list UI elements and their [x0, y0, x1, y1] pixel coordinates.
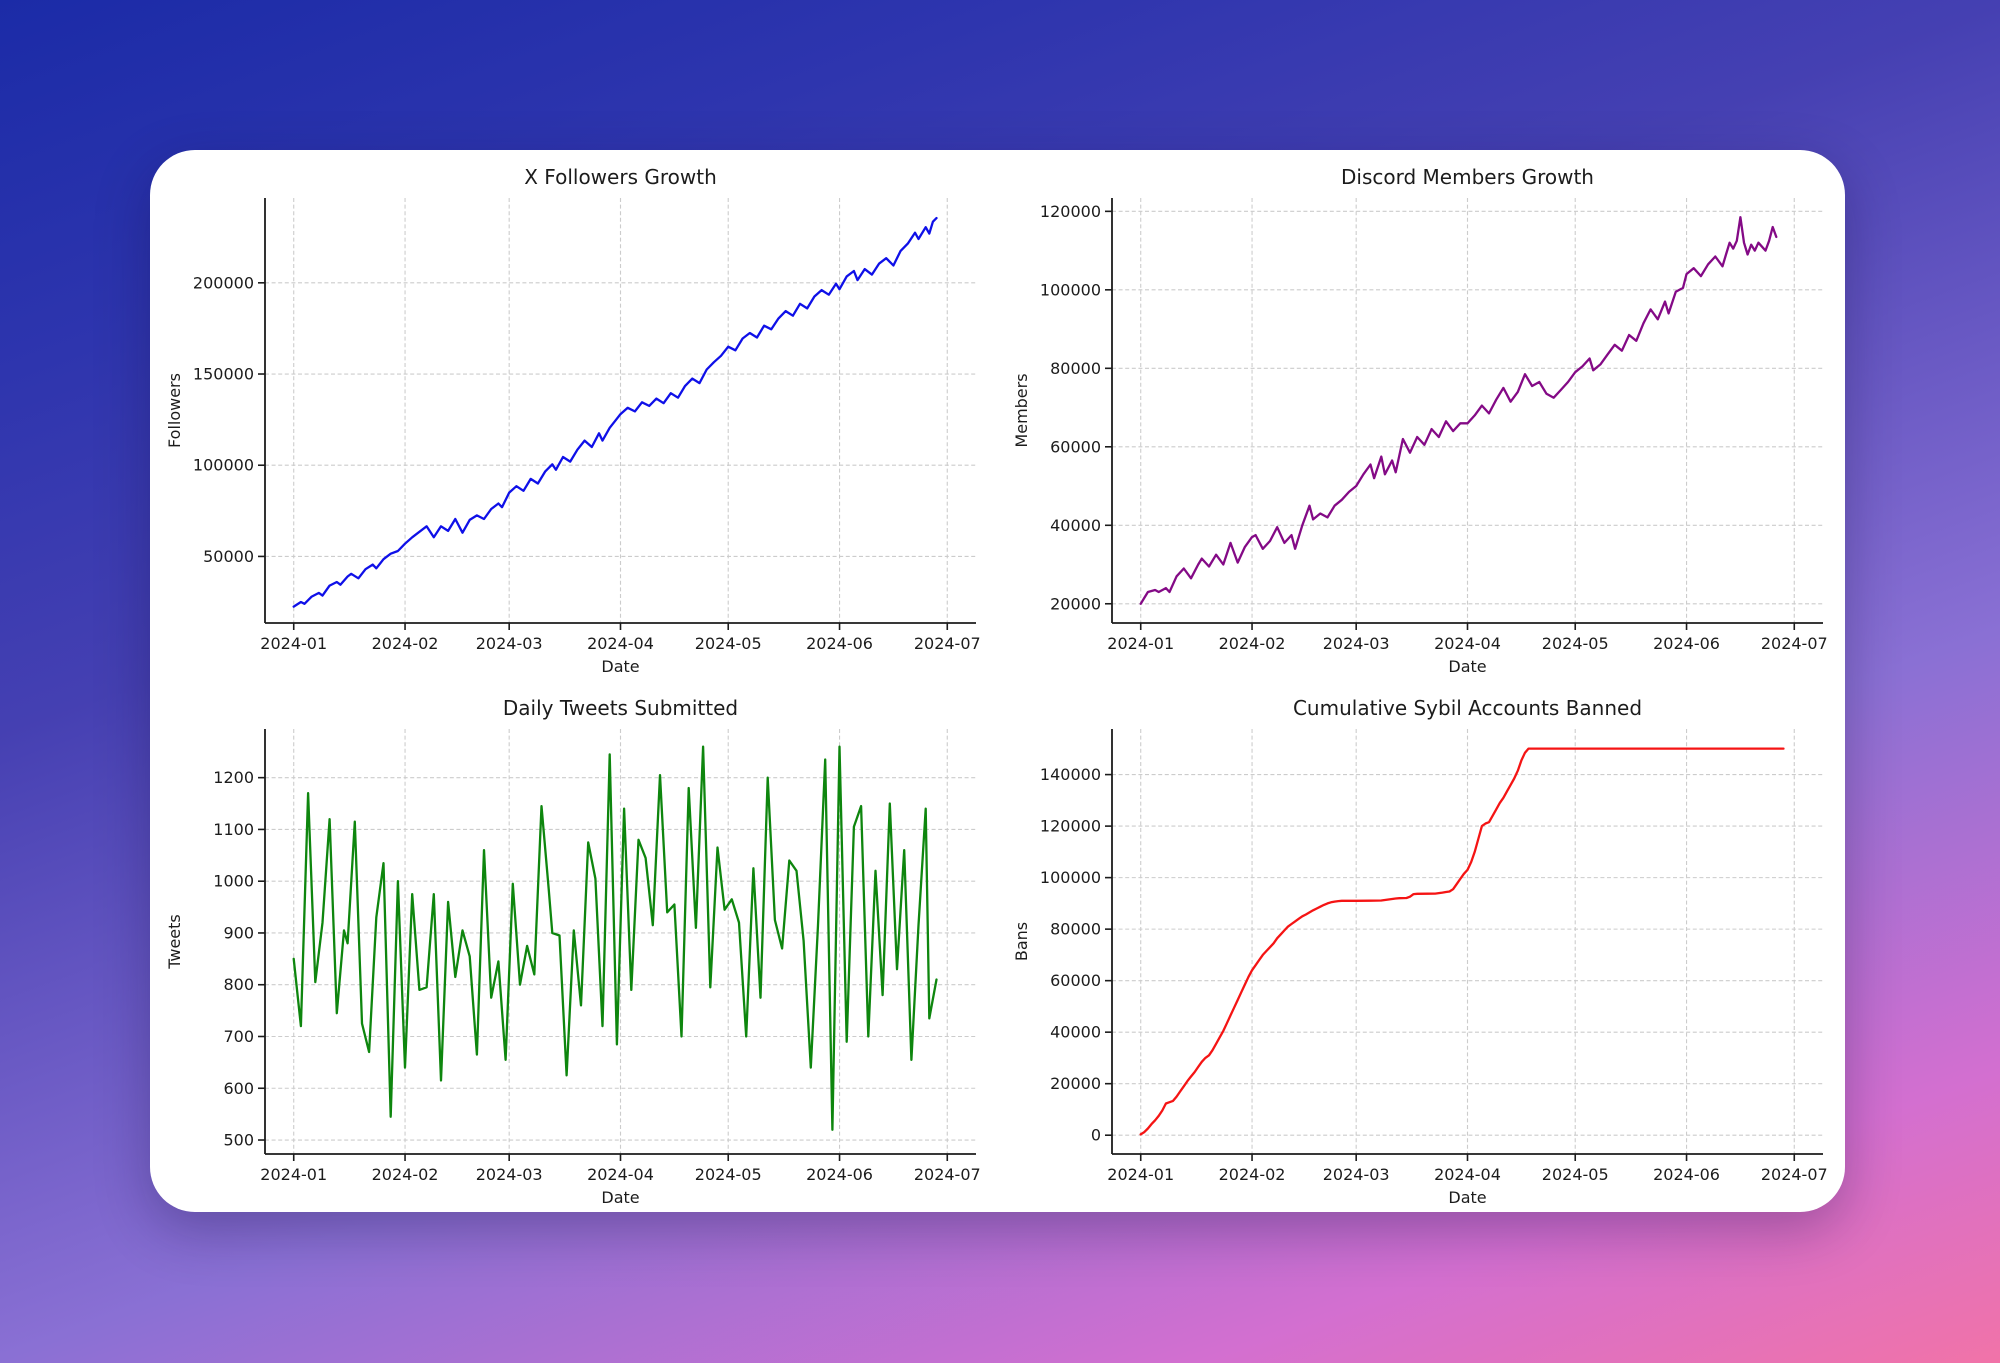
x-tick-label: 2024-04 [587, 634, 654, 653]
chart-title: Daily Tweets Submitted [503, 696, 738, 720]
x-tick-label: 2024-01 [260, 1165, 327, 1184]
y-tick-label: 700 [223, 1027, 254, 1046]
y-axis-label: Followers [165, 373, 184, 448]
x-tick-label: 2024-03 [476, 1165, 543, 1184]
x-tick-label: 2024-05 [695, 634, 762, 653]
y-tick-label: 100000 [193, 456, 254, 475]
x-tick-label: 2024-04 [1434, 1165, 1501, 1184]
y-axis-label: Bans [1012, 922, 1031, 961]
x-tick-label: 2024-05 [695, 1165, 762, 1184]
x-axis-label: Date [601, 657, 639, 676]
sybil-bans-chart-canvas: 2024-01 2024-02 2024-03 2024-04 2024-05 2024-… [997, 681, 1845, 1212]
x-tick-label: 2024-02 [1219, 1165, 1286, 1184]
dashboard-card: 2024-01 2024-02 2024-03 2024-04 2024-05 2024-… [150, 150, 1845, 1212]
x-followers-chart-canvas: 2024-01 2024-02 2024-03 2024-04 2024-05 2024-… [150, 150, 997, 681]
x-axis-label: Date [1448, 1188, 1486, 1207]
y-tick-label: 40000 [1050, 516, 1101, 535]
x-tick-label: 2024-06 [806, 1165, 873, 1184]
y-tick-label: 20000 [1050, 594, 1101, 613]
chart-title: Cumulative Sybil Accounts Banned [1293, 696, 1642, 720]
x-tick-label: 2024-04 [1434, 634, 1501, 653]
y-tick-label: 0 [1091, 1126, 1101, 1145]
series-line [1141, 217, 1777, 604]
x-tick-label: 2024-01 [1107, 1165, 1174, 1184]
y-tick-label: 80000 [1050, 359, 1101, 378]
x-tick-label: 2024-06 [1653, 1165, 1720, 1184]
y-tick-label: 120000 [1040, 202, 1101, 221]
y-tick-label: 500 [223, 1131, 254, 1150]
y-tick-label: 1000 [213, 872, 254, 891]
y-tick-label: 50000 [203, 547, 254, 566]
y-tick-label: 600 [223, 1079, 254, 1098]
x-axis-label: Date [1448, 657, 1486, 676]
y-tick-label: 150000 [193, 365, 254, 384]
y-tick-label: 200000 [193, 273, 254, 292]
y-tick-label: 1200 [213, 768, 254, 787]
y-tick-label: 900 [223, 923, 254, 942]
x-tick-label: 2024-03 [1323, 1165, 1390, 1184]
chart-x-followers-growth: 2024-01 2024-02 2024-03 2024-04 2024-05 2024-… [150, 150, 997, 681]
y-tick-label: 40000 [1050, 1023, 1101, 1042]
chart-title: Discord Members Growth [1341, 165, 1594, 189]
y-tick-label: 1100 [213, 820, 254, 839]
y-tick-label: 800 [223, 975, 254, 994]
x-tick-label: 2024-07 [1761, 634, 1828, 653]
x-tick-label: 2024-06 [1653, 634, 1720, 653]
x-tick-label: 2024-05 [1542, 1165, 1609, 1184]
chart-cumulative-sybil-bans: 2024-01 2024-02 2024-03 2024-04 2024-05 2024-… [997, 681, 1845, 1212]
y-tick-label: 60000 [1050, 971, 1101, 990]
y-tick-label: 140000 [1040, 765, 1101, 784]
x-tick-label: 2024-02 [372, 1165, 439, 1184]
y-tick-label: 80000 [1050, 920, 1101, 939]
y-tick-label: 60000 [1050, 437, 1101, 456]
x-tick-label: 2024-07 [1761, 1165, 1828, 1184]
daily-tweets-chart-canvas: 2024-01 2024-02 2024-03 2024-04 2024-05 2024-… [150, 681, 997, 1212]
x-tick-label: 2024-05 [1542, 634, 1609, 653]
x-tick-label: 2024-03 [476, 634, 543, 653]
x-tick-label: 2024-04 [587, 1165, 654, 1184]
discord-members-chart-canvas: 2024-01 2024-02 2024-03 2024-04 2024-05 2024-… [997, 150, 1845, 681]
y-axis-label: Members [1012, 373, 1031, 447]
x-tick-label: 2024-03 [1323, 634, 1390, 653]
gradient-background: 2024-01 2024-02 2024-03 2024-04 2024-05 2024-… [0, 0, 2000, 1363]
chart-discord-members-growth: 2024-01 2024-02 2024-03 2024-04 2024-05 2024-… [997, 150, 1845, 681]
chart-daily-tweets-submitted: 2024-01 2024-02 2024-03 2024-04 2024-05 2024-… [150, 681, 997, 1212]
x-tick-label: 2024-07 [914, 1165, 981, 1184]
y-tick-label: 120000 [1040, 817, 1101, 836]
y-tick-label: 100000 [1040, 280, 1101, 299]
x-tick-label: 2024-07 [914, 634, 981, 653]
x-tick-label: 2024-02 [372, 634, 439, 653]
x-tick-label: 2024-01 [260, 634, 327, 653]
y-tick-label: 100000 [1040, 868, 1101, 887]
x-tick-label: 2024-01 [1107, 634, 1174, 653]
y-tick-label: 20000 [1050, 1074, 1101, 1093]
x-tick-label: 2024-02 [1219, 634, 1286, 653]
y-axis-label: Tweets [165, 914, 184, 970]
x-tick-label: 2024-06 [806, 634, 873, 653]
x-axis-label: Date [601, 1188, 639, 1207]
chart-title: X Followers Growth [524, 165, 717, 189]
